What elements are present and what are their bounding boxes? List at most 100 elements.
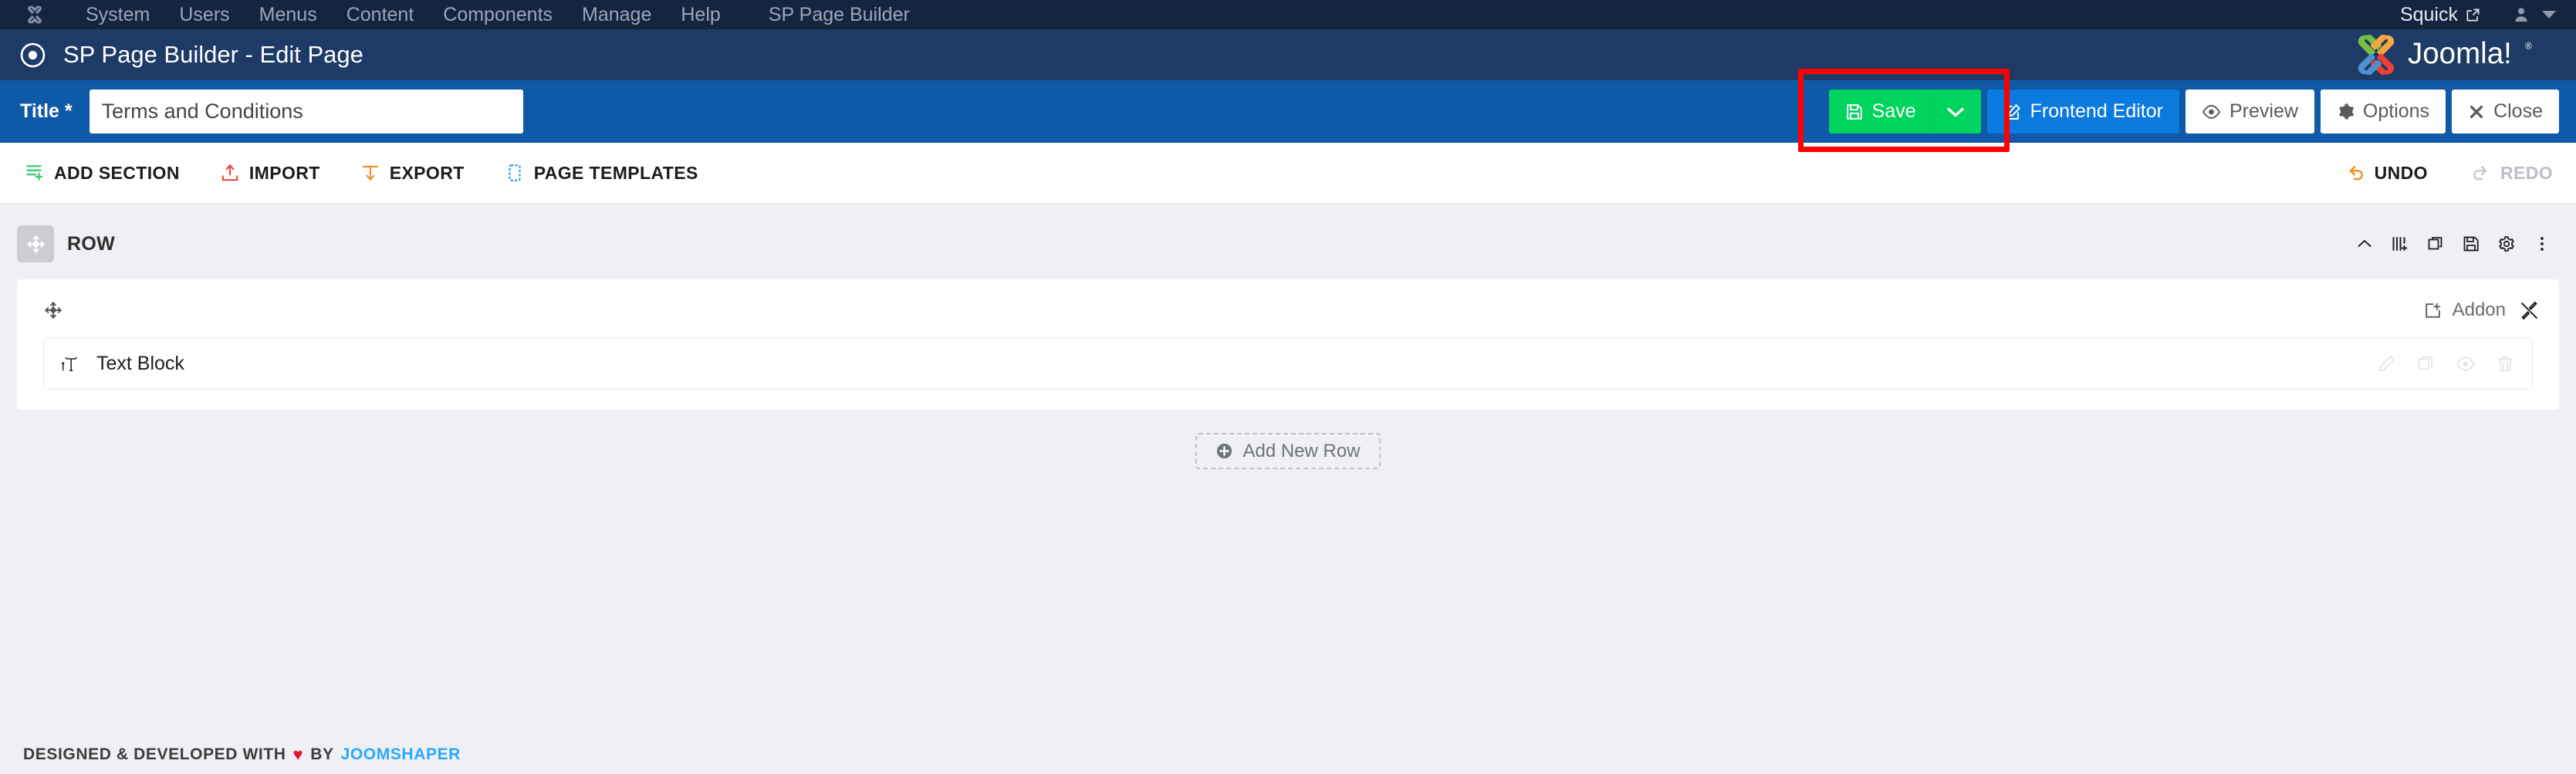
user-menu-button[interactable] [2513,5,2556,24]
export-button[interactable]: EXPORT [360,163,465,184]
admin-menu-item-menus[interactable]: Menus [245,0,332,29]
add-new-row-wrapper: Add New Row [17,433,2559,469]
admin-menu-item-content[interactable]: Content [332,0,429,29]
floppy-disk-icon [1846,103,1862,120]
chevron-up-icon[interactable] [2355,235,2374,253]
page-subhead: SP Page Builder - Edit Page Joomla! ® [0,29,2576,80]
footer: DESIGNED & DEVELOPED WITH ♥ BY JOOMSHAPE… [0,745,2576,774]
undo-label: UNDO [2374,162,2428,183]
footer-by: BY [310,745,334,763]
add-column-icon[interactable] [2391,235,2409,253]
column-header: Addon [32,293,2544,327]
plus-circle-icon [1217,443,1232,459]
gear-icon [2338,103,2355,120]
title-input[interactable] [89,90,523,134]
admin-menu-item-components[interactable]: Components [428,0,567,29]
add-box-icon [2425,303,2440,318]
toolbar-buttons: Save Frontend Editor Preview Options Clo… [1797,69,2559,152]
addon-label: Addon [2452,299,2506,320]
joomla-wordmark: Joomla! ® [2408,38,2532,70]
gear-icon[interactable] [2497,235,2516,253]
row-header: ROW [17,225,2559,262]
admin-menu-item-sp-page-builder[interactable]: SP Page Builder [754,0,925,29]
page-templates-button[interactable]: PAGE TEMPLATES [505,163,698,184]
trash-icon[interactable] [2496,354,2515,373]
site-name-label: Squick [2399,3,2458,25]
chevron-down-icon [2542,11,2556,19]
title-field-label: Title * [20,100,73,122]
preview-label: Preview [2229,100,2298,122]
external-link-icon [2466,8,2480,21]
row-actions [2355,235,2559,253]
admin-bar: System Users Menus Content Components Ma… [0,0,2576,29]
move-arrows-icon[interactable] [43,300,63,320]
pencil-icon[interactable] [2377,354,2396,373]
footer-brand-link[interactable]: JOOMSHAPER [341,745,461,764]
title-toolbar: Title * Save Frontend Editor [0,69,2576,152]
admin-bar-right: Squick [2400,4,2556,26]
eye-icon [2202,104,2221,119]
eye-icon[interactable] [2456,356,2476,372]
redo-label: REDO [2500,162,2553,183]
footer-prefix: DESIGNED & DEVELOPED WITH [23,745,286,763]
addon-item-text-block[interactable]: Text Block [43,338,2533,390]
save-dropdown-toggle[interactable] [1929,90,1981,134]
preview-button[interactable]: Preview [2185,90,2314,134]
pencil-square-icon [2004,103,2020,120]
save-button[interactable]: Save [1828,90,1930,134]
import-icon [221,164,238,181]
options-button[interactable]: Options [2320,90,2446,134]
undo-button[interactable]: UNDO [2345,163,2428,184]
close-button[interactable]: Close [2452,90,2559,134]
page-templates-icon [509,164,521,181]
undo-icon [2348,166,2363,181]
user-icon [2515,8,2527,22]
circle-dot-icon [20,42,46,67]
addon-item-name: Text Block [96,353,184,374]
save-icon[interactable] [2462,235,2480,253]
options-label: Options [2362,100,2430,122]
row-label: ROW [67,232,115,255]
tools-icon[interactable] [2520,301,2539,320]
redo-button[interactable]: REDO [2471,163,2553,184]
add-section-icon [26,165,43,181]
admin-menu-item-help[interactable]: Help [666,0,735,29]
add-section-label: ADD SECTION [54,162,180,183]
duplicate-icon[interactable] [2426,235,2445,253]
close-label: Close [2493,100,2543,122]
column-actions: Addon [2423,299,2539,321]
joomla-logo: Joomla! ® [2352,32,2557,77]
svg-text:Joomla!: Joomla! [2408,38,2512,70]
joomla-brand-icon [2358,34,2394,76]
move-arrows-icon [26,235,45,253]
import-button[interactable]: IMPORT [220,163,320,184]
frontend-editor-button[interactable]: Frontend Editor [1986,90,2179,134]
redo-icon [2473,166,2487,181]
builder-toolbar: ADD SECTION IMPORT EXPORT PAGE TEMPLATES… [0,143,2576,204]
builder-canvas: ROW Addon Text Block Add New Row DESIGNE… [0,204,2576,774]
import-label: IMPORT [248,162,320,183]
admin-menu-item-system[interactable]: System [71,0,164,29]
add-new-row-button[interactable]: Add New Row [1195,433,1381,469]
export-icon [362,165,378,181]
chevron-down-icon [1947,106,1965,117]
row-card: Addon Text Block [17,279,2559,410]
duplicate-icon[interactable] [2416,354,2436,373]
addon-item-tools [2377,354,2515,373]
admin-menu: System Users Menus Content Components Ma… [71,0,925,29]
registered-mark: ® [2525,41,2532,52]
ellipsis-vertical-icon[interactable] [2533,235,2551,253]
add-section-button[interactable]: ADD SECTION [25,163,180,184]
row-drag-handle[interactable] [17,225,54,262]
export-label: EXPORT [389,162,465,183]
admin-menu-item-users[interactable]: Users [164,0,244,29]
times-icon [2470,105,2483,118]
add-addon-button[interactable]: Addon [2423,299,2506,321]
frontend-editor-label: Frontend Editor [2030,100,2163,122]
save-button-label: Save [1871,100,1916,122]
admin-menu-item-manage[interactable]: Manage [567,0,666,29]
heart-icon: ♥ [292,745,304,764]
joomla-icon[interactable] [23,3,46,26]
page-templates-label: PAGE TEMPLATES [533,162,698,183]
site-name-link[interactable]: Squick [2400,4,2480,26]
